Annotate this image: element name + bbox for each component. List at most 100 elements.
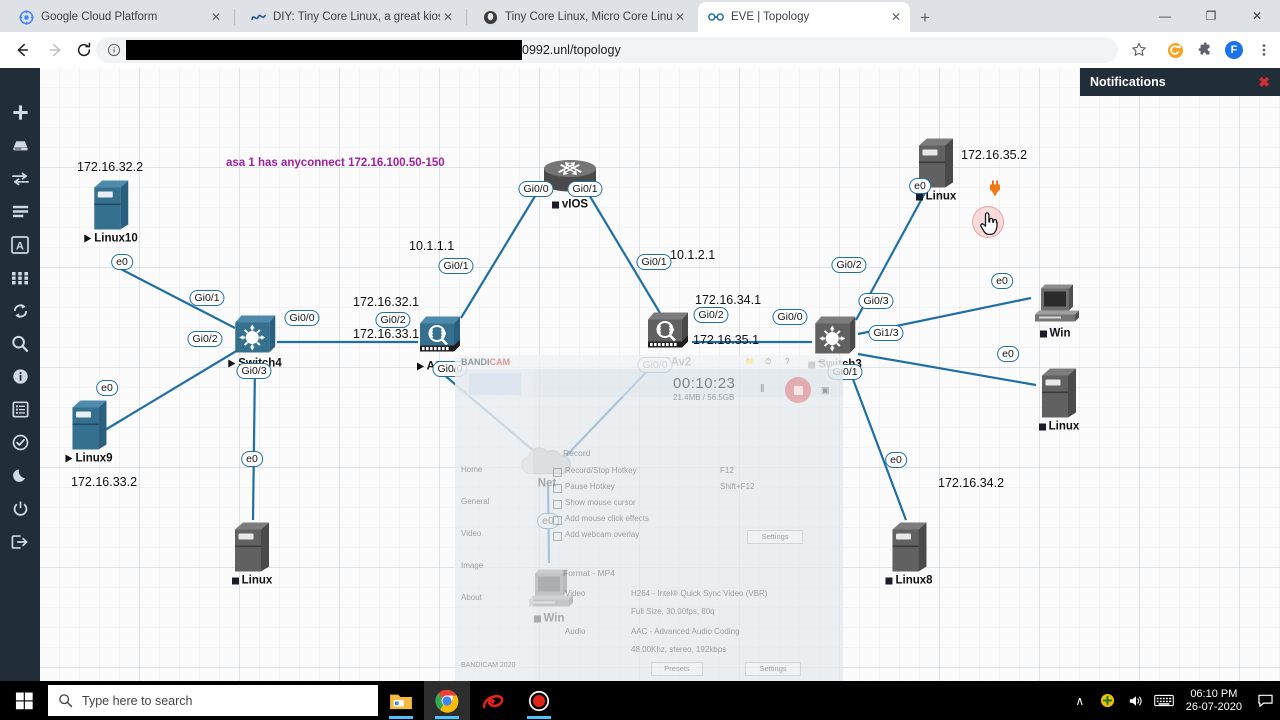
taskbar-file-explorer[interactable] — [378, 681, 424, 720]
browser-tab-4-active[interactable]: EVE | Topology ✕ — [698, 2, 910, 32]
orange-circle-icon[interactable] — [1163, 38, 1187, 62]
node-linux9[interactable]: Linux9 — [65, 396, 113, 465]
bandicam-tab-game[interactable] — [527, 373, 579, 395]
tab-close-button[interactable]: ✕ — [208, 9, 224, 25]
interface-label[interactable]: e0 — [96, 380, 118, 396]
sidebar-item-add-object[interactable] — [0, 96, 40, 129]
topology-canvas[interactable]: Linux10 Switch4 Linu — [40, 68, 1280, 681]
interface-label[interactable]: Gi0/2 — [187, 331, 223, 347]
sidebar-item-status[interactable] — [0, 426, 40, 459]
interface-label[interactable]: Gi0/0 — [518, 181, 554, 197]
orange-plug-icon[interactable] — [988, 180, 1002, 198]
reload-button[interactable] — [72, 38, 96, 62]
sidebar-item-refresh[interactable] — [0, 294, 40, 327]
click-effects-checkbox[interactable] — [553, 516, 562, 525]
keyboard-icon[interactable] — [1150, 681, 1178, 720]
node-win-right[interactable]: Win — [1029, 283, 1081, 340]
node-switch4[interactable]: Switch4 — [228, 311, 282, 370]
bandicam-menu-home[interactable]: Home — [461, 465, 482, 474]
node-linux8[interactable]: Linux8 — [885, 518, 933, 587]
update-icon[interactable] — [1094, 681, 1122, 720]
close-icon[interactable]: ✖ — [1258, 74, 1270, 91]
three-dots-icon[interactable] — [1252, 38, 1276, 62]
interface-label[interactable]: Gi0/2 — [375, 312, 411, 328]
interface-label[interactable]: Gi0/1 — [636, 254, 672, 270]
interface-label[interactable]: Gi0/3 — [236, 363, 272, 379]
presets-button[interactable]: Presets — [651, 662, 703, 676]
interface-label[interactable]: Gi0/1 — [189, 290, 225, 306]
interface-label[interactable]: Gi0/3 — [858, 293, 894, 309]
forward-button[interactable] — [44, 38, 68, 62]
pause-hotkey-value[interactable]: Shift+F12 — [720, 482, 754, 491]
taskbar-google-chrome[interactable] — [424, 681, 470, 720]
pause-button[interactable]: ‖ — [760, 383, 765, 395]
sidebar-item-info[interactable] — [0, 360, 40, 393]
help-icon[interactable]: ? — [785, 357, 789, 366]
browser-tab-2[interactable]: DIY: Tiny Core Linux, a great kios ✕ — [240, 2, 462, 32]
interface-label[interactable]: Gi0/2 — [693, 307, 729, 323]
back-button[interactable] — [10, 38, 34, 62]
address-bar[interactable]: 0992.unl/topology — [96, 37, 1118, 63]
bandicam-tab-device[interactable] — [585, 373, 637, 395]
sidebar-item-startup-configs[interactable] — [0, 195, 40, 228]
record-hotkey-value[interactable]: F12 — [720, 466, 734, 475]
sidebar-item-text-objects[interactable]: A — [0, 228, 40, 261]
puzzle-icon[interactable] — [1193, 38, 1217, 62]
taskbar-clock[interactable]: 06:10 PM 26-07-2020 — [1178, 688, 1250, 714]
minimize-icon[interactable]: — — [817, 357, 825, 366]
format-settings-button[interactable]: Settings — [745, 662, 801, 676]
star-icon[interactable] — [1127, 38, 1151, 62]
action-center-button[interactable] — [1250, 681, 1280, 720]
folder-icon[interactable]: 📁 — [745, 357, 755, 366]
taskbar-recorder[interactable] — [516, 681, 562, 720]
bandicam-menu-video[interactable]: Video — [461, 529, 481, 538]
pause-hotkey-checkbox[interactable] — [553, 484, 562, 493]
close-window-button[interactable]: ✕ — [1234, 0, 1280, 32]
interface-label[interactable]: e0 — [991, 273, 1013, 289]
sidebar-item-logs[interactable] — [0, 393, 40, 426]
webcam-overlay-checkbox[interactable] — [553, 532, 562, 541]
tab-close-button[interactable]: ✕ — [672, 9, 688, 25]
clock-icon[interactable]: ⏱ — [765, 357, 771, 367]
interface-label[interactable]: e0 — [909, 178, 931, 194]
taskbar-bandicam[interactable] — [470, 681, 516, 720]
tray-chevron-icon[interactable]: ∧ — [1066, 681, 1094, 720]
tab-close-button[interactable]: ✕ — [888, 9, 904, 25]
sidebar-item-night-mode[interactable] — [0, 459, 40, 492]
new-tab-button[interactable]: + — [913, 6, 937, 30]
info-circle-icon[interactable] — [106, 42, 122, 58]
avatar[interactable]: F — [1222, 38, 1246, 62]
interface-label[interactable]: Gi0/0 — [284, 310, 320, 326]
sidebar-item-more-actions[interactable] — [0, 261, 40, 294]
interface-label[interactable]: e0 — [885, 452, 907, 468]
node-linux-bottom[interactable]: Linux — [231, 518, 273, 587]
interface-label[interactable]: Gi0/1 — [567, 181, 603, 197]
sidebar-item-networks[interactable] — [0, 162, 40, 195]
sidebar-item-logout[interactable] — [0, 525, 40, 558]
tab-close-button[interactable]: ✕ — [440, 9, 456, 25]
sidebar-item-zoom[interactable] — [0, 327, 40, 360]
sidebar-item-power[interactable] — [0, 492, 40, 525]
start-button[interactable] — [0, 681, 48, 720]
speaker-icon[interactable] — [1122, 681, 1150, 720]
bandicam-menu-about[interactable]: About — [461, 593, 482, 602]
topology-note[interactable]: asa 1 has anyconnect 172.16.100.50-150 — [226, 157, 445, 169]
minimize-button[interactable]: — — [1142, 0, 1188, 32]
search-input[interactable]: Type here to search — [48, 685, 378, 716]
browser-tab-3[interactable]: Tiny Core Linux, Micro Core Linu ✕ — [472, 2, 694, 32]
camera-icon[interactable]: ▣ — [821, 385, 830, 396]
sidebar-item-nodes[interactable] — [0, 129, 40, 162]
bandicam-menu-image[interactable]: Image — [461, 561, 483, 570]
browser-tab-1[interactable]: Google Cloud Platform ✕ — [8, 2, 230, 32]
interface-label[interactable]: e0 — [997, 346, 1019, 362]
interface-label[interactable]: Gi0/2 — [831, 257, 867, 273]
node-linux10[interactable]: Linux10 — [84, 176, 138, 245]
interface-label[interactable]: Gi0/1 — [438, 258, 474, 274]
interface-label[interactable]: Gi0/0 — [772, 309, 808, 325]
notifications-panel[interactable]: Notifications ✖ — [1080, 68, 1280, 96]
node-linux-right[interactable]: Linux — [1038, 364, 1080, 433]
bandicam-overlay-window[interactable]: BANDICAM 📁 ⏱ ? — 00:10:23 21.4MB / 56.5G… — [455, 355, 843, 681]
interface-label[interactable]: e0 — [111, 254, 133, 270]
webcam-settings-button[interactable]: Settings — [747, 530, 803, 544]
show-cursor-checkbox[interactable] — [553, 500, 562, 509]
